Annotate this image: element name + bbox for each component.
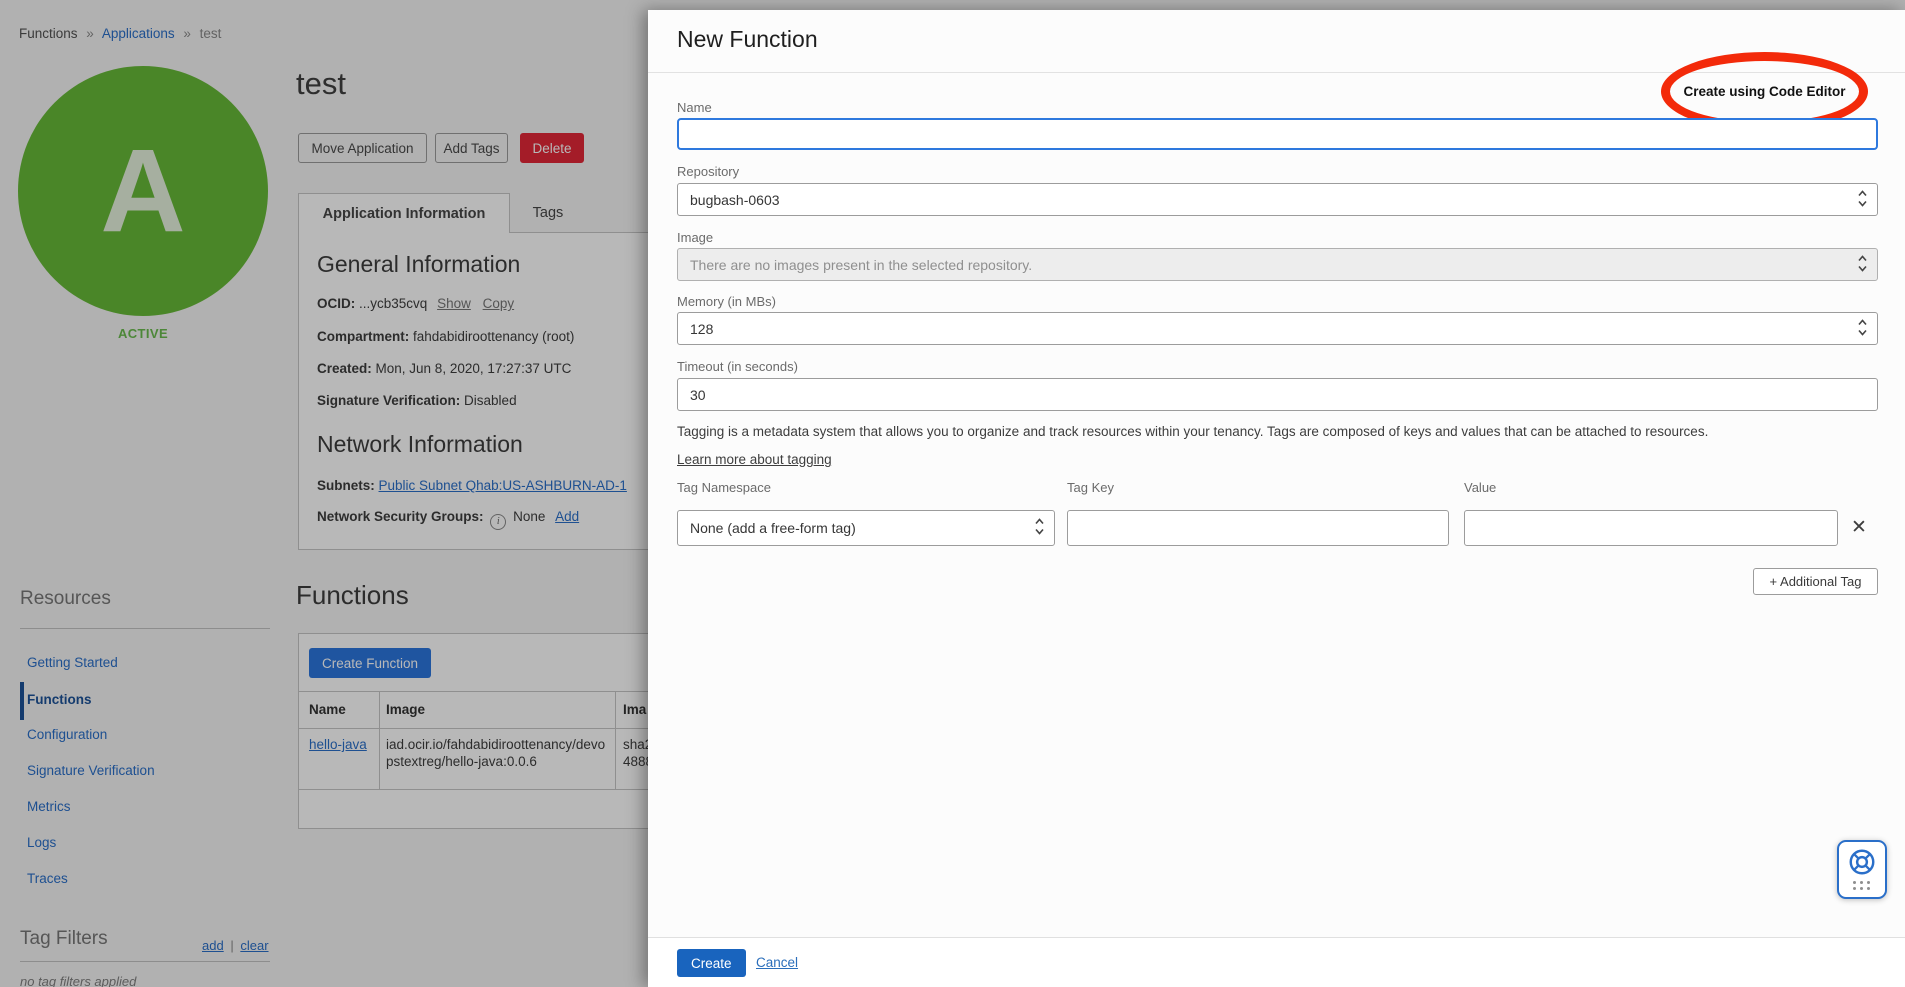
tagging-description: Tagging is a metadata system that allows…	[677, 422, 1878, 442]
memory-selected-value: 128	[690, 321, 713, 337]
repository-field-label: Repository	[677, 164, 739, 179]
timeout-input[interactable]	[677, 378, 1878, 411]
tag-value-input[interactable]	[1464, 510, 1838, 546]
tag-namespace-selected-value: None (add a free-form tag)	[690, 520, 856, 536]
repository-selected-value: bugbash-0603	[690, 192, 780, 208]
select-stepper-icon	[1857, 253, 1868, 276]
help-support-button[interactable]	[1837, 840, 1887, 899]
tag-namespace-label: Tag Namespace	[677, 480, 771, 495]
image-select-placeholder: There are no images present in the selec…	[690, 257, 1032, 273]
tag-key-label: Tag Key	[1067, 480, 1114, 495]
create-button[interactable]: Create	[677, 949, 746, 977]
tag-key-input[interactable]	[1067, 510, 1449, 546]
name-input[interactable]	[677, 118, 1878, 150]
tag-namespace-select[interactable]: None (add a free-form tag)	[677, 510, 1055, 546]
timeout-field-label: Timeout (in seconds)	[677, 359, 798, 374]
life-ring-icon	[1847, 847, 1877, 877]
drawer-title: New Function	[677, 26, 818, 53]
image-field-label: Image	[677, 230, 713, 245]
tag-value-label: Value	[1464, 480, 1496, 495]
select-stepper-icon	[1857, 188, 1868, 211]
memory-select[interactable]: 128	[677, 312, 1878, 345]
oci-console-page: Functions » Applications » test A ACTIVE…	[0, 0, 1905, 987]
name-field-label: Name	[677, 100, 712, 115]
select-stepper-icon	[1034, 517, 1045, 540]
additional-tag-button[interactable]: + Additional Tag	[1753, 568, 1878, 595]
new-function-drawer: New Function Create using Code Editor Na…	[648, 10, 1905, 987]
drag-handle-dots-icon	[1853, 881, 1871, 890]
learn-more-tagging-link[interactable]: Learn more about tagging	[677, 450, 832, 470]
remove-tag-icon[interactable]: ✕	[1851, 516, 1867, 539]
image-select[interactable]: There are no images present in the selec…	[677, 248, 1878, 281]
select-stepper-icon	[1857, 317, 1868, 340]
memory-field-label: Memory (in MBs)	[677, 294, 776, 309]
drawer-footer: Create Cancel	[648, 937, 1905, 987]
cancel-link[interactable]: Cancel	[756, 955, 798, 970]
repository-select[interactable]: bugbash-0603	[677, 183, 1878, 216]
